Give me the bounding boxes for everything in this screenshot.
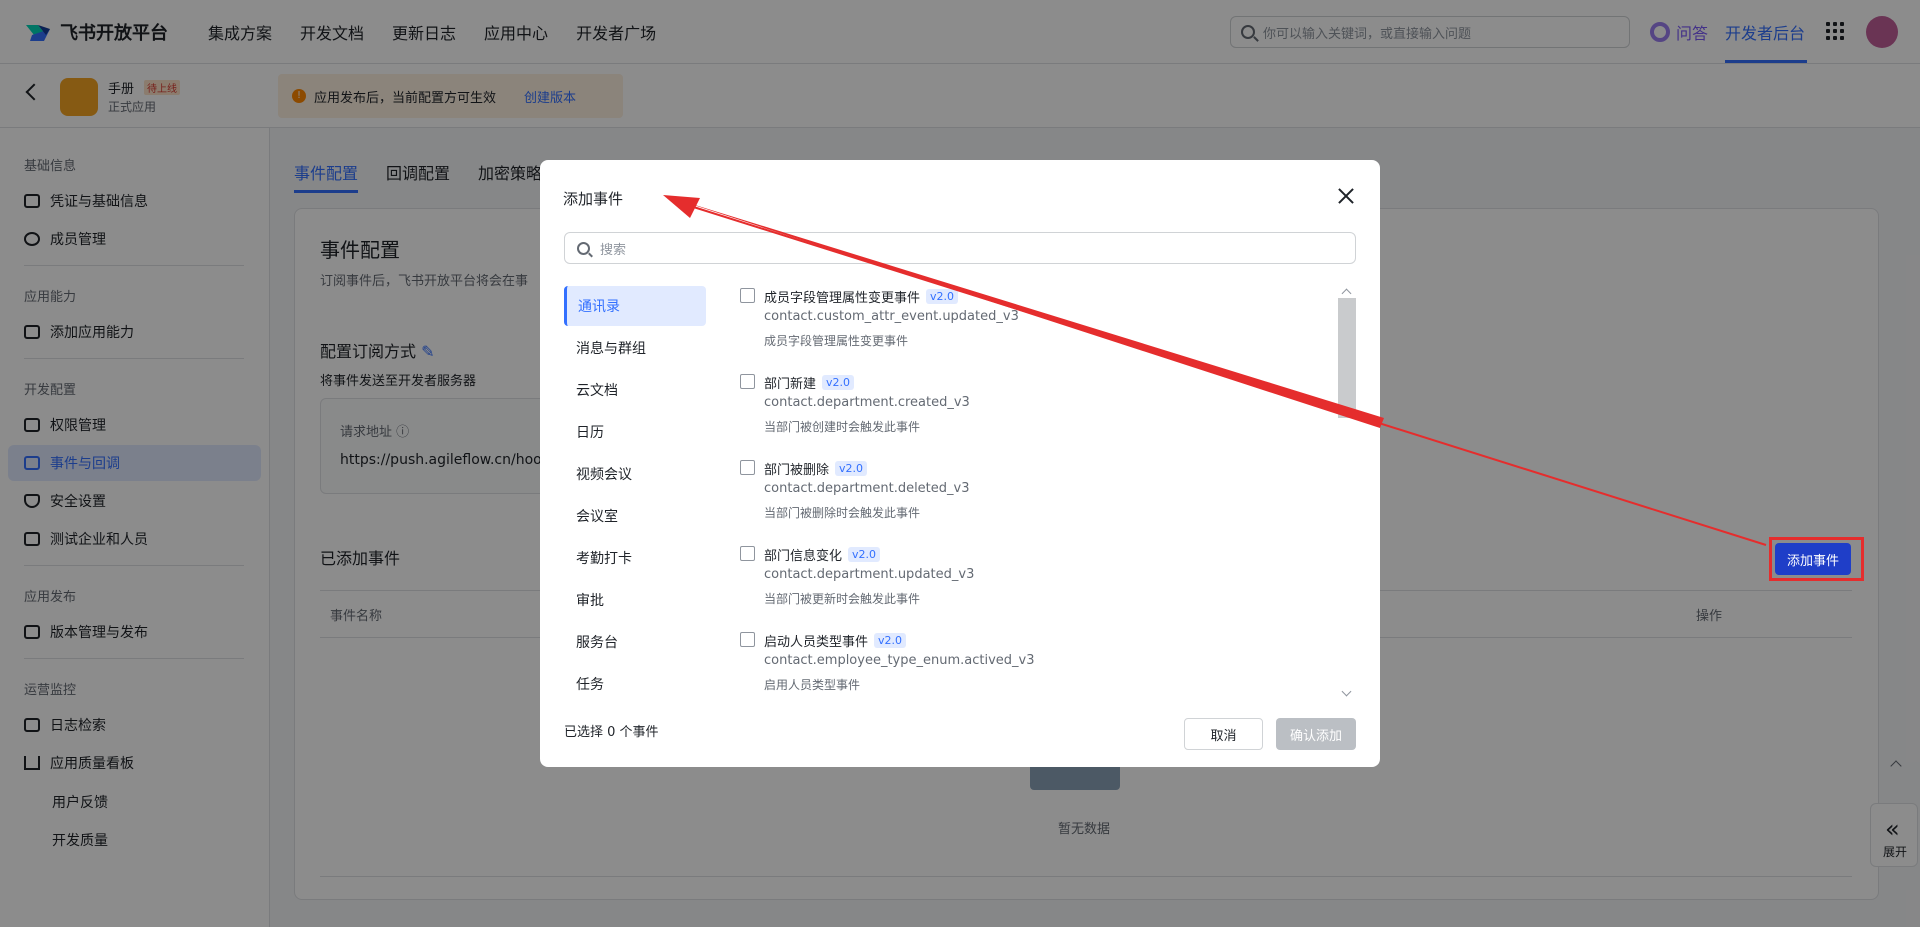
event-description: 启用人员类型事件 xyxy=(764,678,861,692)
event-name-text: 部门信息变化 xyxy=(764,549,843,564)
event-description: 成员字段管理属性变更事件 xyxy=(764,334,909,348)
selected-count: 已选择 0 个事件 xyxy=(564,725,659,740)
version-badge: v2.0 xyxy=(848,547,881,562)
category-attendance[interactable]: 考勤打卡 xyxy=(564,538,706,578)
category-contacts[interactable]: 通讯录 xyxy=(564,286,706,326)
event-search-input[interactable]: 搜索 xyxy=(564,232,1356,264)
scrollbar-thumb[interactable] xyxy=(1338,298,1356,418)
version-badge: v2.0 xyxy=(874,633,907,648)
search-icon xyxy=(577,241,590,255)
confirm-add-button[interactable]: 确认添加 xyxy=(1276,718,1356,750)
category-approval[interactable]: 审批 xyxy=(564,580,706,620)
version-badge: v2.0 xyxy=(835,461,868,476)
event-key: contact.employee_type_enum.actived_v3 xyxy=(764,653,1035,668)
category-helpdesk[interactable]: 服务台 xyxy=(564,622,706,662)
annotation-highlight-box xyxy=(1769,537,1864,581)
event-description: 当部门被更新时会触发此事件 xyxy=(764,592,921,606)
event-checkbox[interactable] xyxy=(740,632,755,647)
version-badge: v2.0 xyxy=(926,289,959,304)
event-checkbox[interactable] xyxy=(740,460,755,475)
event-name-text: 启动人员类型事件 xyxy=(764,635,869,650)
event-name: 部门被删除 v2.0 xyxy=(764,459,868,478)
event-checkbox[interactable] xyxy=(740,288,755,303)
category-docs[interactable]: 云文档 xyxy=(564,370,706,410)
event-name: 成员字段管理属性变更事件 v2.0 xyxy=(764,287,959,306)
event-key: contact.department.created_v3 xyxy=(764,395,970,410)
event-key: contact.department.updated_v3 xyxy=(764,567,975,582)
event-key: contact.department.deleted_v3 xyxy=(764,481,970,496)
category-video-meeting[interactable]: 视频会议 xyxy=(564,454,706,494)
cancel-button[interactable]: 取消 xyxy=(1184,718,1263,750)
event-name: 部门信息变化 v2.0 xyxy=(764,545,881,564)
close-icon[interactable] xyxy=(1336,186,1356,206)
event-key: contact.custom_attr_event.updated_v3 xyxy=(764,309,1019,324)
event-checkbox[interactable] xyxy=(740,546,755,561)
event-name: 部门新建 v2.0 xyxy=(764,373,855,392)
event-search-placeholder: 搜索 xyxy=(600,242,627,258)
event-name-text: 部门被删除 xyxy=(764,463,830,478)
category-calendar[interactable]: 日历 xyxy=(564,412,706,452)
category-meeting-room[interactable]: 会议室 xyxy=(564,496,706,536)
category-messages[interactable]: 消息与群组 xyxy=(564,328,706,368)
event-checkbox[interactable] xyxy=(740,374,755,389)
event-name-text: 成员字段管理属性变更事件 xyxy=(764,291,921,306)
category-tasks[interactable]: 任务 xyxy=(564,664,706,704)
event-name-text: 部门新建 xyxy=(764,377,817,392)
dialog-title: 添加事件 xyxy=(563,190,624,208)
event-name: 启动人员类型事件 v2.0 xyxy=(764,631,907,650)
event-description: 当部门被创建时会触发此事件 xyxy=(764,420,921,434)
event-description: 当部门被删除时会触发此事件 xyxy=(764,506,921,520)
version-badge: v2.0 xyxy=(822,375,855,390)
